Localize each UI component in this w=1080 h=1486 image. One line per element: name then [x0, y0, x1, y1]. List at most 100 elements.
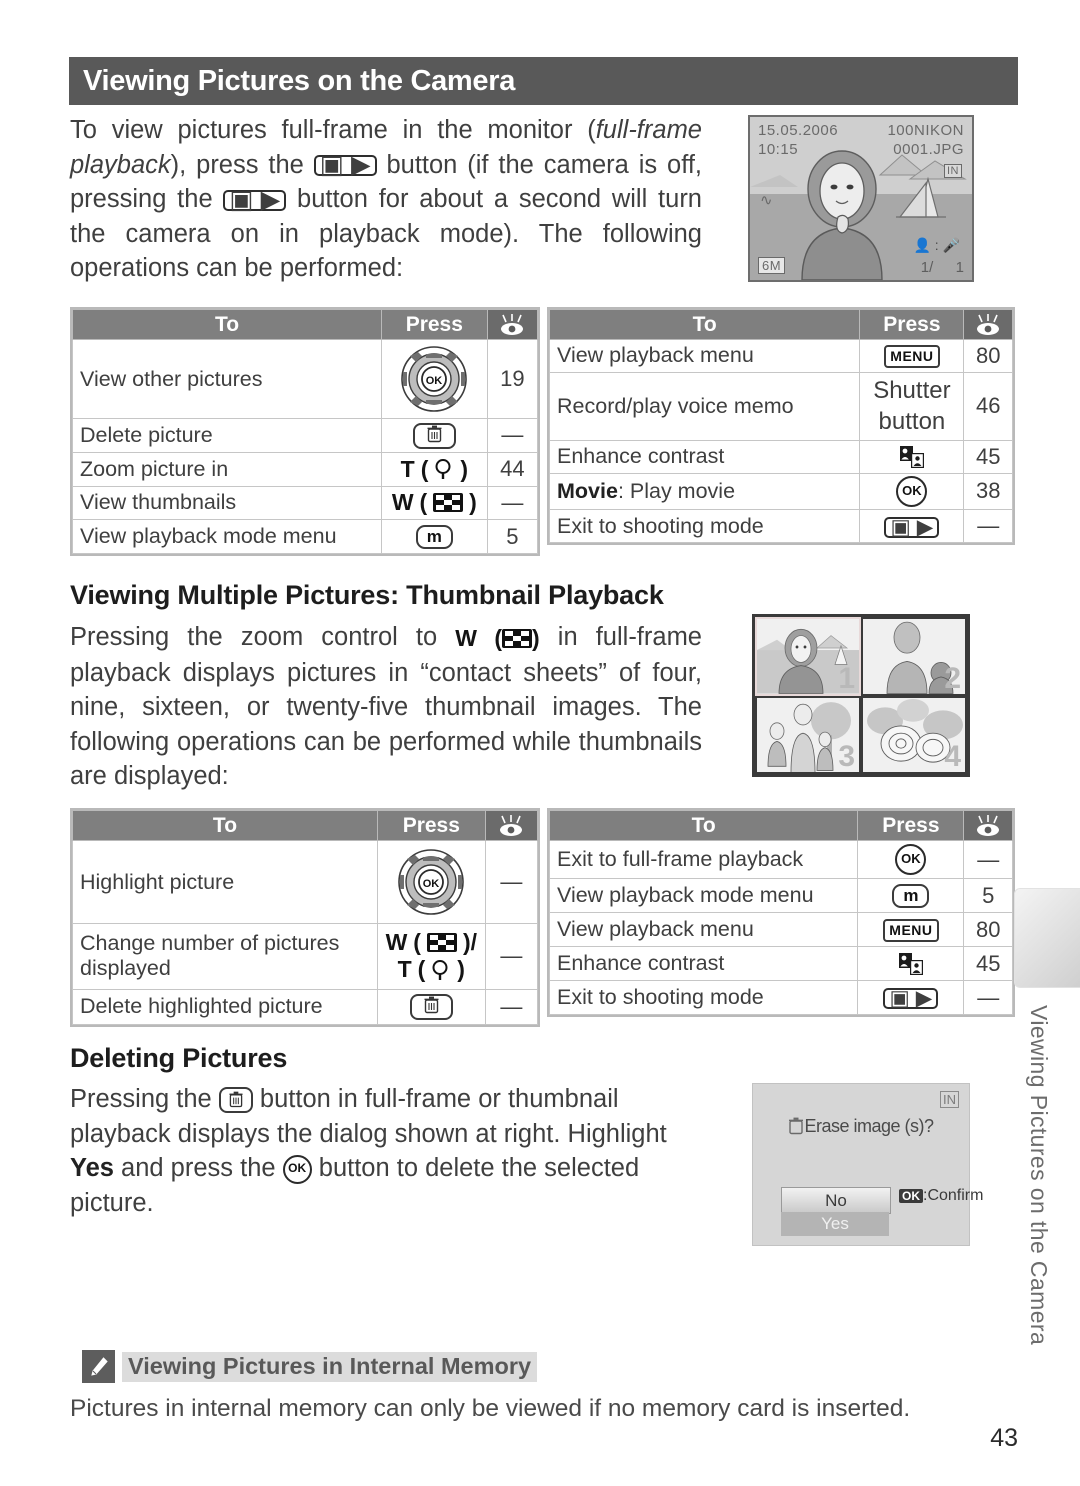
trash-can-icon — [427, 425, 442, 442]
paren-close: )/ — [462, 929, 477, 956]
thumbnail-cell: 4 — [863, 697, 965, 772]
table-row: View thumbnails W ( ) — — [72, 485, 539, 521]
zoom-wide-letter: W — [385, 929, 408, 956]
intro-paragraph: To view pictures full-frame in the monit… — [70, 113, 702, 286]
row-page-ref: 46 — [963, 371, 1013, 441]
table-row: View other pictures OK 19 — [72, 338, 539, 420]
column-header-reference — [963, 810, 1013, 841]
thumbnail-number: 4 — [944, 740, 961, 772]
column-header-to: To — [548, 309, 861, 340]
multi-selector-dial-icon: OK — [398, 849, 465, 915]
monitor-voice-memo-icons: 👤 : 🎤 — [913, 237, 960, 253]
row-label: Enhance contrast — [548, 439, 861, 474]
thumbnail-number: 1 — [838, 661, 855, 694]
row-press-control: ▣ ▶ — [857, 980, 965, 1015]
delete-paragraph: Pressing the button in full-frame or thu… — [70, 1082, 710, 1220]
table-row: Enhance contrast 45 — [548, 439, 1013, 474]
row-label: Delete picture — [72, 418, 382, 453]
eye-icon — [977, 814, 1000, 836]
paren-close: ) — [457, 956, 465, 983]
dialog-yes-option[interactable]: Yes — [781, 1212, 889, 1236]
row-press-control: m — [857, 878, 965, 914]
row-page-ref: 45 — [963, 439, 1013, 474]
row-page-ref: — — [963, 509, 1013, 543]
row-press-control: ▣ ▶ — [859, 509, 965, 543]
thumbnail-operations-table-right: To Press Exit to full-frame playback OK — [547, 808, 1015, 1017]
trash-can-icon — [229, 1091, 243, 1108]
monitor-file-name: 0001.JPG — [893, 141, 964, 158]
shutter-label-line1: Shutter — [873, 377, 951, 405]
row-page-ref: 19 — [486, 338, 539, 420]
row-page-ref: 80 — [963, 912, 1013, 948]
manual-page: Viewing Pictures on the Camera To view p… — [0, 0, 1080, 1486]
ok-badge-icon: OK — [899, 1188, 923, 1203]
monitor-folder-name: 100NIKON — [887, 122, 964, 139]
table-row: Delete picture — — [72, 418, 539, 453]
trash-button-icon — [409, 993, 453, 1020]
dialog-memory-icon: IN — [940, 1091, 959, 1108]
monitor-memory-icon: IN — [944, 164, 962, 178]
dialog-no-option[interactable]: No — [781, 1187, 891, 1214]
eye-icon — [500, 814, 523, 836]
table-row: Record/play voice memo Shutter button 46 — [548, 371, 1013, 441]
svg-text:OK: OK — [426, 375, 443, 387]
monitor-frame-counter: 1/ 1 — [921, 259, 964, 276]
table-row: Exit to shooting mode ▣ ▶ — — [548, 509, 1013, 543]
paren-open: ( — [420, 455, 429, 482]
column-header-reference — [963, 309, 1013, 340]
ok-button-icon: OK — [282, 1154, 312, 1184]
multi-selector-dial-icon: OK — [401, 346, 468, 412]
row-label: View playback menu — [548, 912, 859, 948]
menu-button-icon: MENU — [883, 918, 939, 942]
column-header-to: To — [72, 810, 378, 841]
side-tab-marker — [1014, 888, 1080, 988]
thumbnail-cell: 3 — [757, 697, 859, 772]
row-press-control: m — [380, 519, 488, 554]
table-row: View playback mode menu m 5 — [548, 878, 1013, 914]
paren-open: ( — [413, 929, 421, 956]
table-row: Movie: Play movie OK 38 — [548, 472, 1013, 511]
zoom-tele-letter: T — [400, 455, 415, 482]
fullframe-operations-table-right: To Press View playback menu MENU 80 Reco… — [547, 307, 1015, 545]
table-header-row: To Press — [548, 810, 1013, 841]
row-label: View playback mode menu — [72, 519, 382, 554]
thumbnail-cell: 1 — [755, 617, 861, 696]
row-press-control: W ( )/ T ( ) — [376, 923, 486, 990]
row-press-control: T ( ) — [380, 451, 488, 487]
column-header-press: Press — [380, 309, 488, 340]
row-label: View playback menu — [548, 339, 861, 373]
table-header-row: To Press — [72, 309, 539, 340]
menu-button-icon: MENU — [884, 345, 940, 369]
column-header-press: Press — [857, 810, 965, 841]
playback-button-icon: ▣ ▶ — [313, 153, 377, 178]
row-page-ref: 44 — [486, 451, 539, 487]
row-page-ref: — — [484, 923, 539, 990]
page-title: Viewing Pictures on the Camera — [83, 64, 516, 97]
dialog-message: Erase image (s)? — [753, 1116, 969, 1137]
erase-dialog-illustration: IN Erase image (s)? No Yes OK:Confirm — [752, 1083, 983, 1246]
playback-button-icon: ▣ ▶ — [223, 187, 287, 213]
fullframe-operations-table-left: To Press View other pictures OK 19 Delet… — [70, 307, 540, 556]
playback-button-icon: ▣ ▶ — [883, 987, 939, 1009]
row-press-control: OK — [380, 338, 488, 420]
delete-text-3: and press the — [113, 1154, 283, 1182]
note-heading: Viewing Pictures in Internal Memory — [122, 1352, 538, 1382]
row-page-ref: — — [484, 839, 539, 925]
paren-open: ( — [417, 956, 426, 983]
row-press-control: W ( ) — [380, 485, 488, 521]
column-header-to: To — [548, 810, 859, 841]
table-row: Delete highlighted picture — — [72, 988, 539, 1026]
page-number: 43 — [990, 1424, 1018, 1452]
row-page-ref: 38 — [963, 472, 1013, 511]
monitor-date: 15.05.2006 — [758, 122, 839, 139]
side-tab-label: Viewing Pictures on the Camera — [1026, 1005, 1052, 1346]
section-heading-thumbnail: Viewing Multiple Pictures: Thumbnail Pla… — [70, 580, 664, 610]
row-label: View thumbnails — [72, 485, 382, 521]
table-row: View playback menu MENU 80 — [548, 339, 1013, 373]
table-row: View playback mode menu m 5 — [72, 519, 539, 554]
paren-close: ) — [532, 625, 540, 652]
monitor-image-size: 6M — [758, 257, 786, 274]
column-header-reference — [486, 309, 539, 340]
paren-close: ) — [460, 455, 468, 482]
mode-m-button-icon: m — [415, 525, 453, 550]
